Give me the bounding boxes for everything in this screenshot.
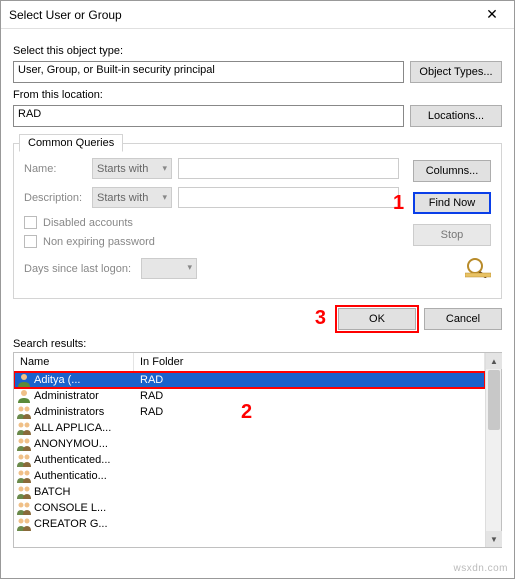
dialog-window: Select User or Group ✕ Select this objec… (0, 0, 515, 579)
description-filter-input[interactable] (178, 187, 399, 208)
column-header-name[interactable]: Name (14, 353, 134, 371)
dialog-body: Select this object type: User, Group, or… (1, 29, 514, 548)
results-header: Name In Folder (14, 353, 485, 372)
row-name-cell: CREATOR G... (14, 516, 134, 532)
name-mode-select[interactable]: Starts with (92, 158, 172, 179)
row-name-cell: BATCH (14, 484, 134, 500)
group-icon (16, 484, 32, 500)
group-icon (16, 500, 32, 516)
row-name-text: CONSOLE L... (34, 502, 106, 514)
name-filter-input[interactable] (178, 158, 399, 179)
find-now-button[interactable]: Find Now (413, 192, 491, 214)
row-name-text: Aditya (... (34, 374, 80, 386)
row-folder-cell: RAD (134, 374, 485, 386)
table-row[interactable]: CREATOR G... (14, 516, 485, 532)
table-row[interactable]: Aditya (... RAD (14, 372, 485, 388)
annotation-marker-2: 2 (241, 401, 252, 424)
row-name-text: Authenticatio... (34, 470, 107, 482)
object-types-button[interactable]: Object Types... (410, 61, 502, 83)
table-row[interactable]: CONSOLE L... (14, 500, 485, 516)
description-mode-select[interactable]: Starts with (92, 187, 172, 208)
user-icon (16, 388, 32, 404)
disabled-accounts-label: Disabled accounts (43, 217, 133, 229)
row-name-cell: ALL APPLICA... (14, 420, 134, 436)
object-type-label: Select this object type: (13, 45, 502, 57)
days-since-logon-select[interactable] (141, 258, 197, 279)
group-icon (16, 516, 32, 532)
row-name-text: ALL APPLICA... (34, 422, 111, 434)
column-header-folder[interactable]: In Folder (134, 353, 485, 371)
row-name-cell: Authenticatio... (14, 468, 134, 484)
group-icon (16, 404, 32, 420)
search-directory-icon (465, 256, 491, 284)
cancel-button[interactable]: Cancel (424, 308, 502, 330)
description-filter-label: Description: (24, 192, 86, 204)
row-name-cell: ANONYMOU... (14, 436, 134, 452)
locations-button[interactable]: Locations... (410, 105, 502, 127)
columns-button[interactable]: Columns... (413, 160, 491, 182)
row-name-cell: Aditya (... (14, 372, 134, 388)
non-expiring-checkbox[interactable] (24, 235, 37, 248)
window-title: Select User or Group (1, 8, 470, 22)
scroll-thumb[interactable] (488, 370, 500, 430)
table-row[interactable]: Authenticated... (14, 452, 485, 468)
table-row[interactable]: ANONYMOU... (14, 436, 485, 452)
watermark-text: wsxdn.com (453, 563, 508, 574)
annotation-marker-1: 1 (393, 192, 404, 215)
disabled-accounts-checkbox[interactable] (24, 216, 37, 229)
results-listview: Name In Folder Aditya (... RAD Administrat… (13, 352, 502, 548)
non-expiring-label: Non expiring password (43, 236, 155, 248)
group-icon (16, 468, 32, 484)
name-filter-label: Name: (24, 163, 86, 175)
row-name-text: BATCH (34, 486, 70, 498)
row-name-text: Authenticated... (34, 454, 110, 466)
row-name-text: CREATOR G... (34, 518, 108, 530)
row-name-text: ANONYMOU... (34, 438, 108, 450)
object-type-input[interactable]: User, Group, or Built-in security princi… (13, 61, 404, 83)
group-icon (16, 436, 32, 452)
row-name-cell: CONSOLE L... (14, 500, 134, 516)
annotation-marker-3: 3 (315, 307, 326, 330)
search-results-label: Search results: (13, 338, 502, 350)
common-queries-panel: Common Queries Name: Starts with Descrip… (13, 143, 502, 299)
group-icon (16, 420, 32, 436)
row-folder-cell: RAD (134, 390, 485, 402)
location-input[interactable]: RAD (13, 105, 404, 127)
titlebar: Select User or Group ✕ (1, 1, 514, 29)
scroll-down-icon[interactable]: ▼ (486, 531, 502, 547)
group-icon (16, 452, 32, 468)
stop-button[interactable]: Stop (413, 224, 491, 246)
scroll-up-icon[interactable]: ▲ (486, 353, 502, 369)
table-row[interactable]: BATCH (14, 484, 485, 500)
common-queries-tab[interactable]: Common Queries (19, 134, 123, 152)
table-row[interactable]: Authenticatio... (14, 468, 485, 484)
row-folder-cell: RAD (134, 406, 485, 418)
days-since-logon-label: Days since last logon: (24, 263, 131, 275)
row-name-text: Administrator (34, 390, 99, 402)
row-name-text: Administrators (34, 406, 104, 418)
close-icon[interactable]: ✕ (470, 1, 514, 29)
row-name-cell: Administrators (14, 404, 134, 420)
ok-button[interactable]: OK (338, 308, 416, 330)
row-name-cell: Authenticated... (14, 452, 134, 468)
results-scrollbar[interactable]: ▲ ▼ (485, 353, 501, 547)
user-icon (16, 372, 32, 388)
location-label: From this location: (13, 89, 502, 101)
row-name-cell: Administrator (14, 388, 134, 404)
